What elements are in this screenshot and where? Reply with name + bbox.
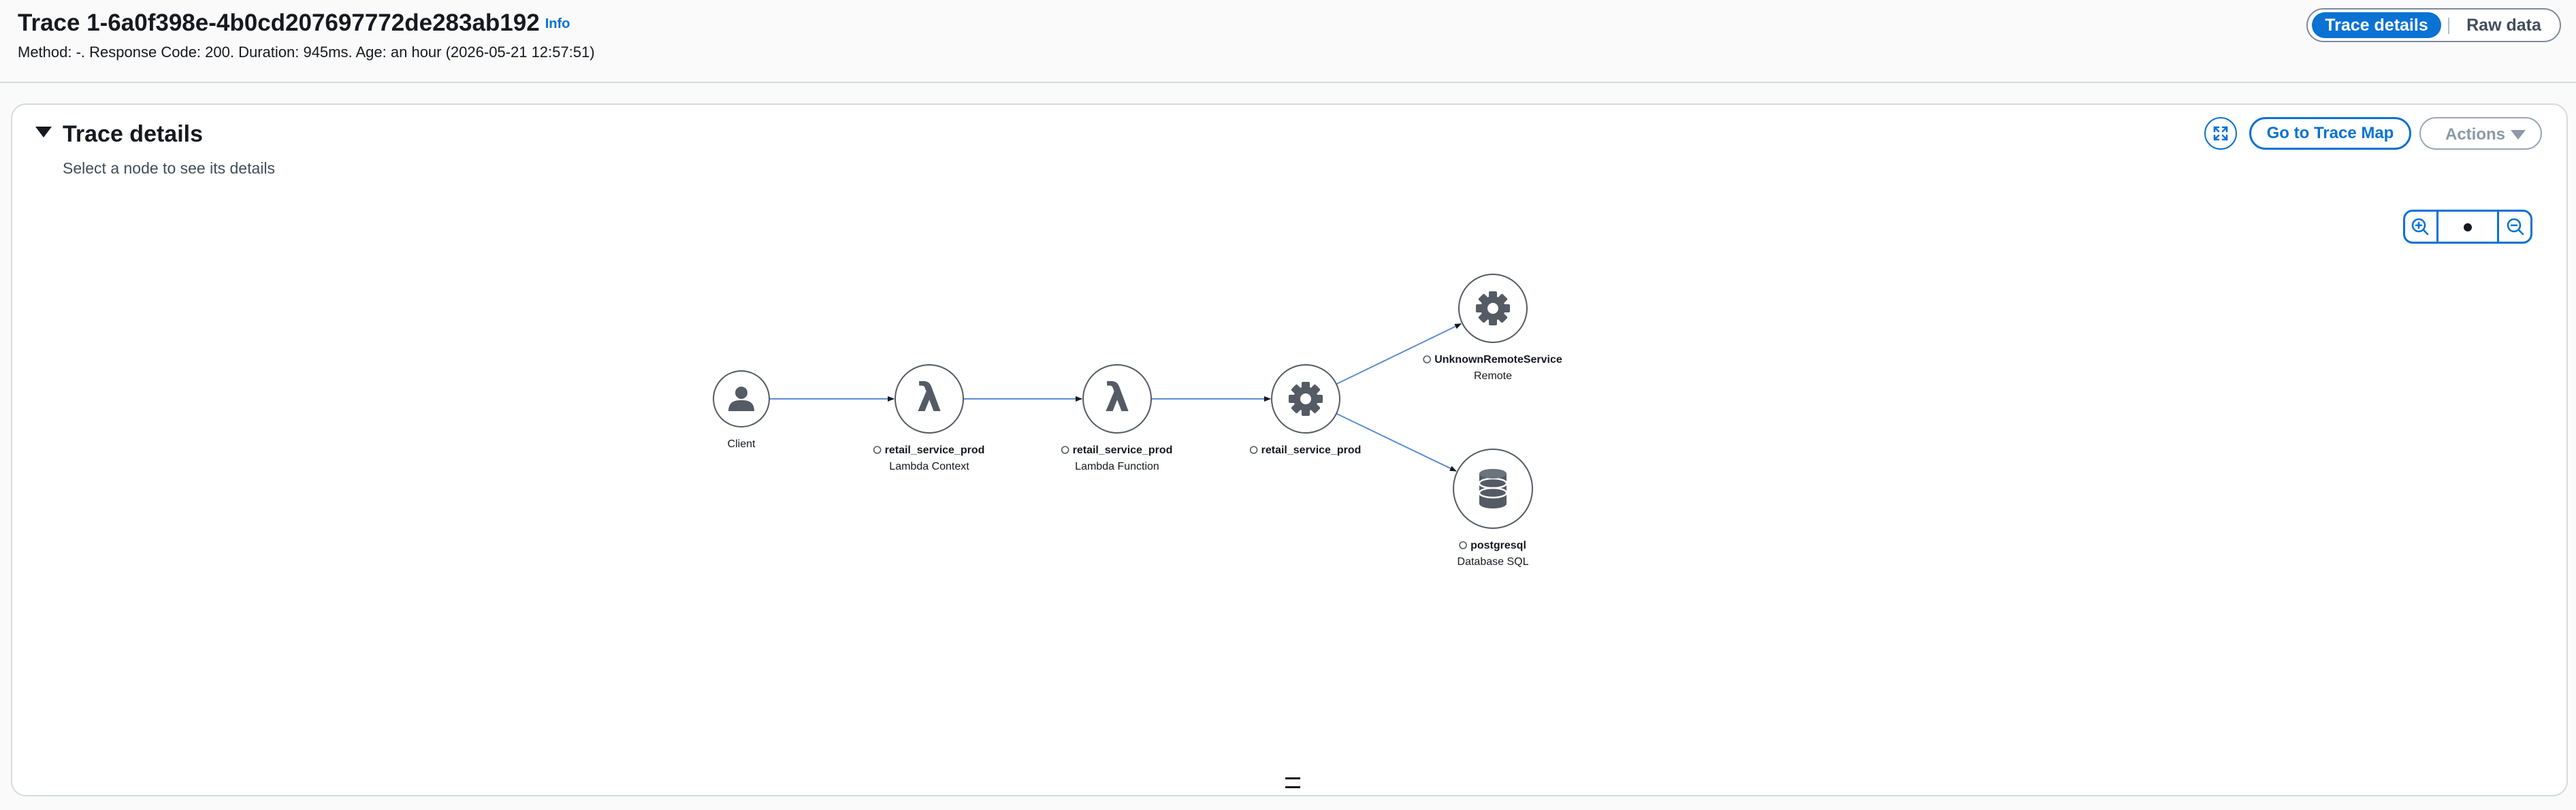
graph-node-lambda-context[interactable]: λ retail_service_prod Lambda Context: [873, 364, 985, 472]
node-name: postgresql: [1470, 540, 1526, 551]
node-status-indicator: [1249, 446, 1258, 454]
svg-text:λ: λ: [1105, 374, 1130, 421]
page-title: Trace 1-6a0f398e-4b0cd207697772de283ab19…: [18, 10, 570, 37]
node-type: Lambda Context: [889, 461, 969, 472]
gear-icon: [1289, 382, 1323, 416]
toggle-divider: [2448, 18, 2449, 34]
node-type: Database SQL: [1458, 556, 1529, 568]
trace-title: Trace 1-6a0f398e-4b0cd207697772de283ab19…: [18, 10, 540, 36]
tab-raw-data[interactable]: Raw data: [2456, 12, 2551, 38]
gear-icon: [1476, 291, 1510, 325]
lambda-icon: λ: [917, 374, 942, 421]
graph-nodes: Client λ retail_service_prod Lambda Context…: [713, 274, 1562, 568]
node-status-indicator: [873, 446, 882, 454]
node-type: Lambda Function: [1075, 461, 1159, 472]
resize-handle[interactable]: [1285, 777, 1300, 788]
graph-node-client[interactable]: Client: [713, 370, 770, 450]
node-type: Remote: [1474, 370, 1512, 382]
graph-node-remote[interactable]: UnknownRemoteService Remote: [1423, 274, 1562, 382]
graph-node-lambda-function[interactable]: λ retail_service_prod Lambda Function: [1061, 364, 1173, 472]
trace-summary: Method: -. Response Code: 200. Duration:…: [18, 44, 595, 61]
node-name: retail_service_prod: [1073, 444, 1173, 456]
graph-node-database[interactable]: postgresql Database SQL: [1453, 449, 1533, 568]
node-status-indicator: [1061, 446, 1069, 454]
node-name: retail_service_prod: [885, 444, 985, 456]
database-icon: [1478, 469, 1508, 508]
node-name: retail_service_prod: [1261, 444, 1362, 456]
lambda-icon: λ: [1105, 374, 1130, 421]
node-name: UnknownRemoteService: [1434, 354, 1562, 366]
svg-text:λ: λ: [917, 374, 942, 421]
page-header: Trace 1-6a0f398e-4b0cd207697772de283ab19…: [0, 0, 2576, 83]
node-status-indicator: [1423, 355, 1431, 363]
trace-details-panel: Trace details Select a node to see its d…: [11, 103, 2568, 796]
tab-trace-details[interactable]: Trace details: [2312, 12, 2441, 38]
node-name: Client: [728, 438, 756, 450]
graph-node-service[interactable]: retail_service_prod: [1249, 364, 1362, 456]
info-link[interactable]: Info: [545, 16, 570, 31]
trace-graph: Client λ retail_service_prod Lambda Context…: [713, 274, 1562, 568]
node-status-indicator: [1459, 541, 1467, 549]
view-toggle: Trace details Raw data: [2306, 8, 2561, 42]
graph-edge: [1336, 412, 1457, 472]
